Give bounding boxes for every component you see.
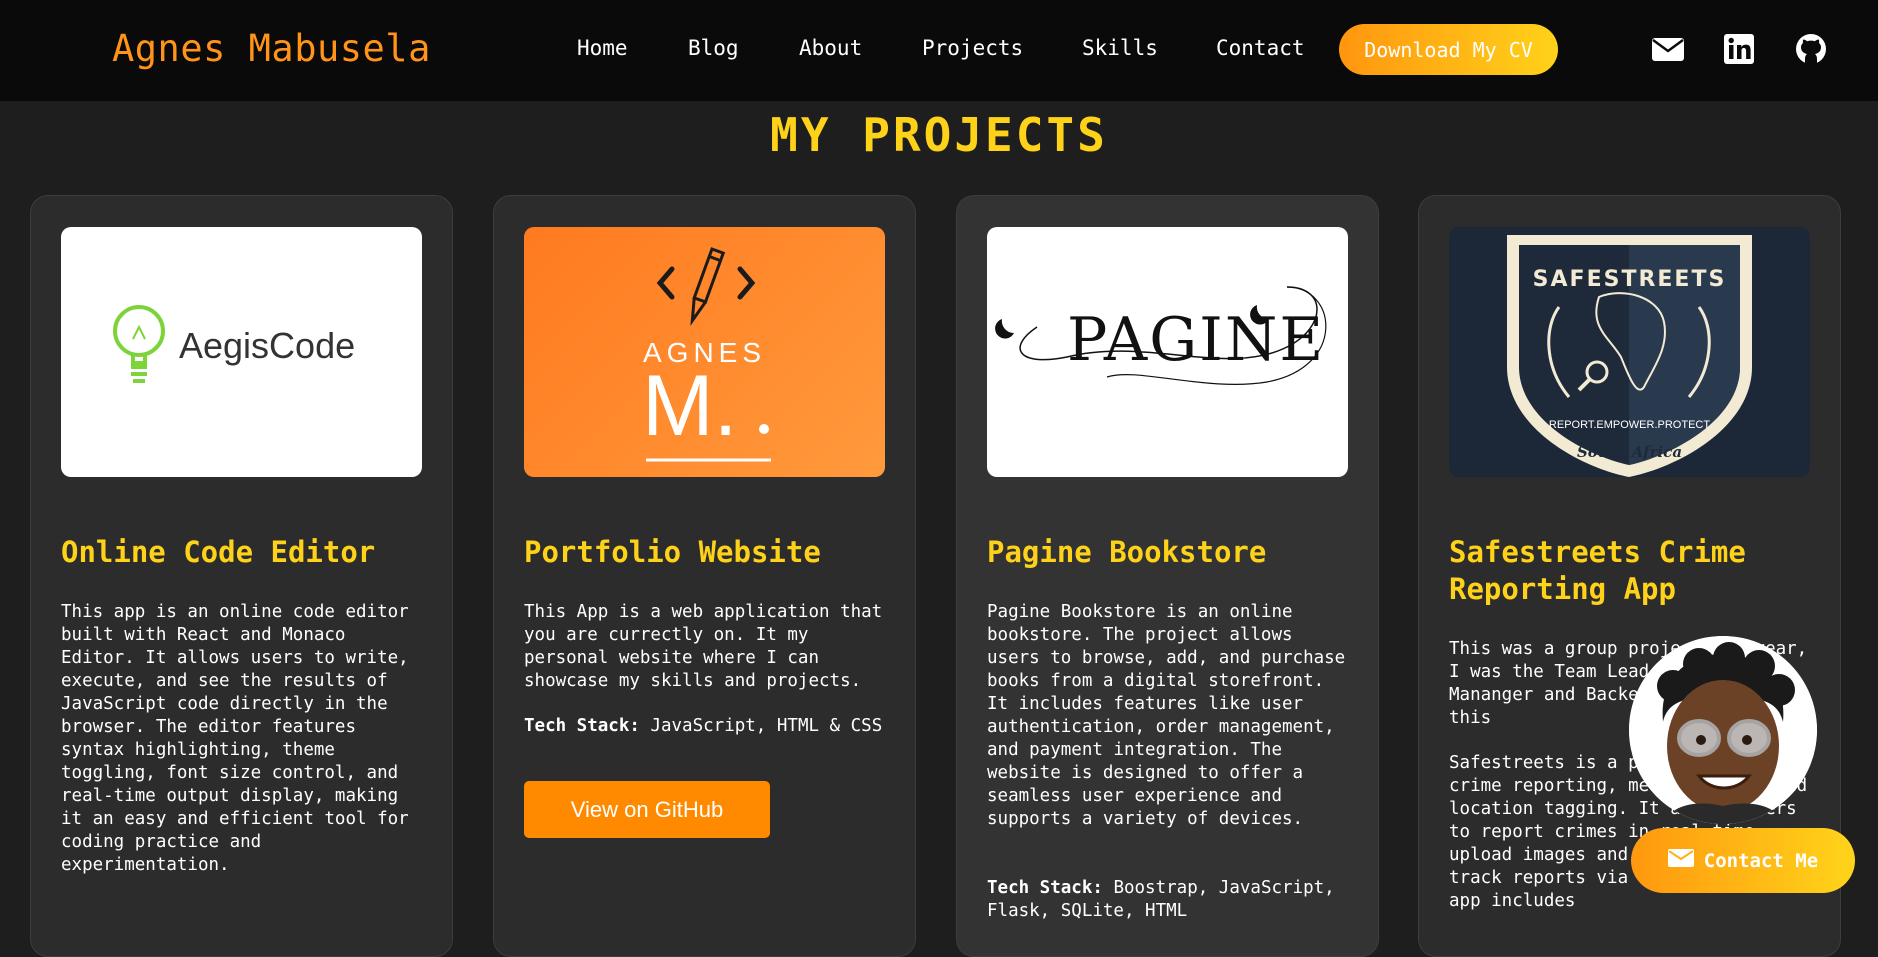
linkedin-icon[interactable] [1722,32,1756,66]
nav-contact[interactable]: Contact [1216,36,1305,60]
nav-blog[interactable]: Blog [688,36,739,60]
envelope-icon [1667,847,1694,874]
page-title: MY PROJECTS [770,108,1108,162]
pagine-logo: PAGINE [987,227,1348,477]
contact-me-button[interactable]: Contact Me [1631,828,1855,893]
project-title: Safestreets Crime Reporting App [1449,535,1746,606]
nav-projects[interactable]: Projects [922,36,1023,60]
view-on-github-button[interactable]: View on GitHub [524,781,770,838]
pagine-logo-text: PAGINE [1067,305,1326,375]
avatar[interactable] [1629,636,1817,824]
github-icon[interactable] [1794,32,1828,66]
project-description: Pagine Bookstore is an online bookstore.… [987,602,1346,829]
aegiscode-logo-text: AegisCode [179,325,356,366]
project-description: This app is an online code editor built … [61,602,409,875]
project-title: Online Code Editor [61,535,376,569]
project-title: Portfolio Website [524,535,821,569]
safestreets-region: South Africa [1576,443,1683,461]
tech-stack-label: Tech Stack: [524,716,640,736]
safestreets-logo: SAFESTREETS REPORT.EMPOWER.PROTECT South… [1449,227,1810,477]
contact-me-label: Contact Me [1703,849,1819,872]
nav-home[interactable]: Home [577,36,628,60]
safestreets-motto: REPORT.EMPOWER.PROTECT [1548,419,1711,431]
agnes-m-logo: AGNES M. [524,227,885,477]
project-description: This App is a web application that you a… [524,602,883,691]
top-navbar: Agnes Mabusela Home Blog About Projects … [0,0,1878,101]
tech-stack: Tech Stack: JavaScript, HTML & CSS [524,715,885,738]
project-title: Pagine Bookstore [987,535,1267,569]
project-card-online-code-editor: AegisCode Online Code Editor This app is… [30,195,453,957]
nav-about[interactable]: About [799,36,862,60]
tech-stack-value: JavaScript, HTML & CSS [639,716,883,736]
envelope-icon[interactable] [1651,32,1685,66]
tech-stack-label: Tech Stack: [987,878,1103,898]
tech-stack: Tech Stack: Boostrap, JavaScript, Flask,… [987,877,1348,923]
project-card-pagine-bookstore: PAGINE Pagine Bookstore Pagine Bookstore… [956,195,1379,957]
m-logo-text: M. [642,358,738,454]
safestreets-logo-text: SAFESTREETS [1532,267,1727,292]
download-cv-button[interactable]: Download My CV [1339,24,1558,75]
aegiscode-logo: AegisCode [61,227,422,477]
nav-skills[interactable]: Skills [1082,36,1158,60]
project-card-portfolio-website: AGNES M. Portfolio Website This App is a… [493,195,916,957]
brand-name[interactable]: Agnes Mabusela [112,27,431,70]
